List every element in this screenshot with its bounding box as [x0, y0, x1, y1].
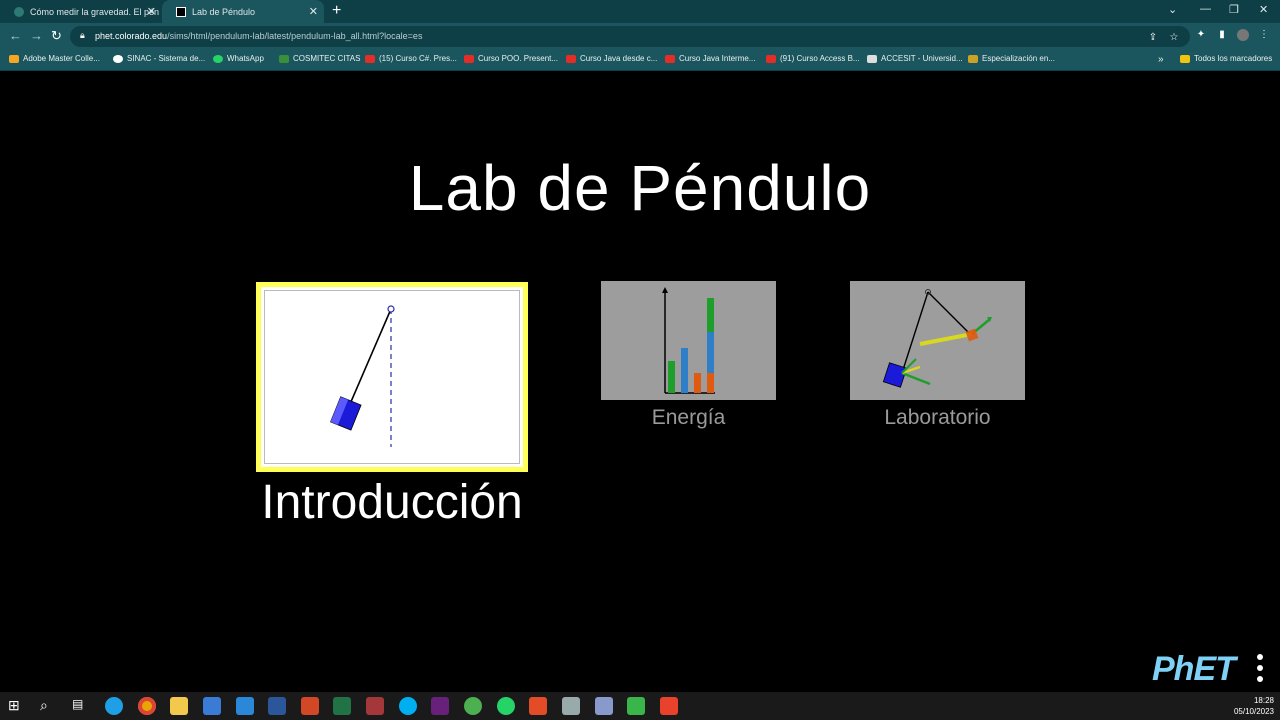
bookmark-icon	[279, 54, 289, 63]
sim-home-screen: Lab de Péndulo Introducción Energía Labo…	[0, 72, 1280, 692]
tab-title: Cómo medir la gravedad. El pén	[30, 6, 160, 17]
access-icon[interactable]	[366, 697, 384, 715]
minimize-button[interactable]: —	[1200, 3, 1211, 15]
file-explorer-icon[interactable]	[170, 697, 188, 715]
bookmark-star-icon[interactable]: ☆	[1168, 32, 1180, 44]
bookmark-item[interactable]: (15) Curso C#. Pres...	[365, 54, 457, 63]
excel-icon[interactable]	[333, 697, 351, 715]
search-icon[interactable]: ⌕	[40, 697, 58, 715]
tab-strip: Cómo medir la gravedad. El pén ✕ Lab de …	[0, 0, 1280, 23]
reload-button[interactable]: ↻	[51, 28, 62, 44]
close-window-button[interactable]: ✕	[1259, 3, 1268, 16]
lock-icon[interactable]: 🔒︎	[80, 30, 85, 41]
tab-search-icon[interactable]: ⌄	[1168, 3, 1177, 16]
tab-gravity-article[interactable]: Cómo medir la gravedad. El pén ✕	[0, 0, 162, 23]
store-icon[interactable]	[203, 697, 221, 715]
screen-label-energy[interactable]: Energía	[601, 406, 776, 430]
more-bookmarks-icon[interactable]: »	[1158, 54, 1164, 65]
bookmarks-bar: Adobe Master Colle... SINAC - Sistema de…	[0, 50, 1280, 71]
skype-icon[interactable]	[399, 697, 417, 715]
youtube-icon	[365, 54, 375, 63]
url-text: phet.colorado.edu/sims/html/pendulum-lab…	[95, 31, 423, 41]
bookmark-icon	[968, 54, 978, 63]
bookmark-item[interactable]: Curso Java desde c...	[566, 54, 657, 63]
youtube-icon	[665, 54, 675, 63]
screen-button-lab[interactable]	[850, 281, 1025, 400]
bookmark-icon	[9, 54, 19, 63]
back-button[interactable]: ←	[9, 28, 22, 43]
windows-taskbar: ⊞ ⌕ ▤ 18:28 05/10/2023	[0, 692, 1280, 720]
forward-button[interactable]: →	[30, 28, 43, 43]
bookmark-item[interactable]: ACCESIT - Universid...	[867, 54, 963, 63]
browser-toolbar: ← → ↻ 🔒︎ phet.colorado.edu/sims/html/pen…	[0, 23, 1280, 50]
whatsapp-icon[interactable]	[497, 697, 515, 715]
lab-pendulum-icon	[882, 289, 992, 388]
task-view-icon[interactable]: ▤	[72, 697, 90, 715]
intro-thumbnail	[264, 290, 520, 464]
app-icon[interactable]	[660, 697, 678, 715]
phet-menu-icon[interactable]	[1254, 654, 1266, 688]
youtube-icon	[766, 54, 776, 63]
new-tab-button[interactable]: +	[332, 2, 341, 20]
edge-icon[interactable]	[105, 697, 123, 715]
bookmark-item[interactable]: WhatsApp	[213, 54, 264, 63]
screen-button-intro[interactable]	[256, 282, 528, 472]
extensions-icon[interactable]: ✦	[1195, 29, 1207, 41]
tab-title: Lab de Péndulo	[192, 6, 256, 17]
camtasia-icon[interactable]	[627, 697, 645, 715]
bookmark-item[interactable]: Adobe Master Colle...	[9, 54, 100, 63]
app-icon[interactable]	[595, 697, 613, 715]
tab-pendulum-lab[interactable]: Lab de Péndulo ✕	[162, 0, 324, 23]
all-bookmarks-folder[interactable]: Todos los marcadores	[1180, 54, 1272, 63]
windows-start-icon[interactable]: ⊞	[8, 697, 26, 715]
bookmark-icon	[113, 54, 123, 63]
restore-button[interactable]: ❐	[1229, 3, 1239, 16]
share-icon[interactable]: ⇪	[1147, 32, 1159, 44]
app-icon[interactable]	[562, 697, 580, 715]
app-icon[interactable]	[464, 697, 482, 715]
bookmark-item[interactable]: Curso POO. Present...	[464, 54, 558, 63]
powerpoint-icon[interactable]	[301, 697, 319, 715]
phet-logo[interactable]: PhET	[1152, 650, 1236, 689]
close-tab-icon[interactable]: ✕	[309, 5, 318, 18]
profile-avatar[interactable]	[1237, 29, 1249, 41]
mail-icon[interactable]	[236, 697, 254, 715]
more-menu-icon[interactable]: ⋮	[1258, 29, 1270, 41]
youtube-icon	[566, 54, 576, 63]
app-icon[interactable]	[529, 697, 547, 715]
youtube-icon	[464, 54, 474, 63]
pendulum-icon	[330, 305, 395, 447]
bookmark-item[interactable]: (91) Curso Access B...	[766, 54, 860, 63]
energy-chart-icon	[662, 287, 715, 394]
chrome-icon[interactable]	[138, 697, 156, 715]
screen-button-energy[interactable]	[601, 281, 776, 400]
bookmark-icon	[867, 54, 877, 63]
screen-label-lab[interactable]: Laboratorio	[850, 406, 1025, 430]
whatsapp-icon	[213, 54, 223, 63]
folder-icon	[1180, 54, 1190, 63]
phet-favicon-icon	[176, 6, 186, 17]
system-clock[interactable]: 18:28 05/10/2023	[1234, 695, 1274, 717]
side-panel-icon[interactable]: ▮	[1216, 29, 1228, 41]
visual-studio-icon[interactable]	[431, 697, 449, 715]
bookmark-item[interactable]: Curso Java Interme...	[665, 54, 755, 63]
word-icon[interactable]	[268, 697, 286, 715]
site-favicon-icon	[14, 6, 24, 17]
close-tab-icon[interactable]: ✕	[147, 5, 156, 18]
bookmark-item[interactable]: COSMITEC CITAS	[279, 54, 360, 63]
sim-title: Lab de Péndulo	[408, 152, 872, 224]
screen-label-intro[interactable]: Introducción	[256, 475, 528, 530]
bookmark-item[interactable]: SINAC - Sistema de...	[113, 54, 205, 63]
bookmark-item[interactable]: Especialización en...	[968, 54, 1055, 63]
address-bar[interactable]: 🔒︎ phet.colorado.edu/sims/html/pendulum-…	[70, 26, 1190, 47]
